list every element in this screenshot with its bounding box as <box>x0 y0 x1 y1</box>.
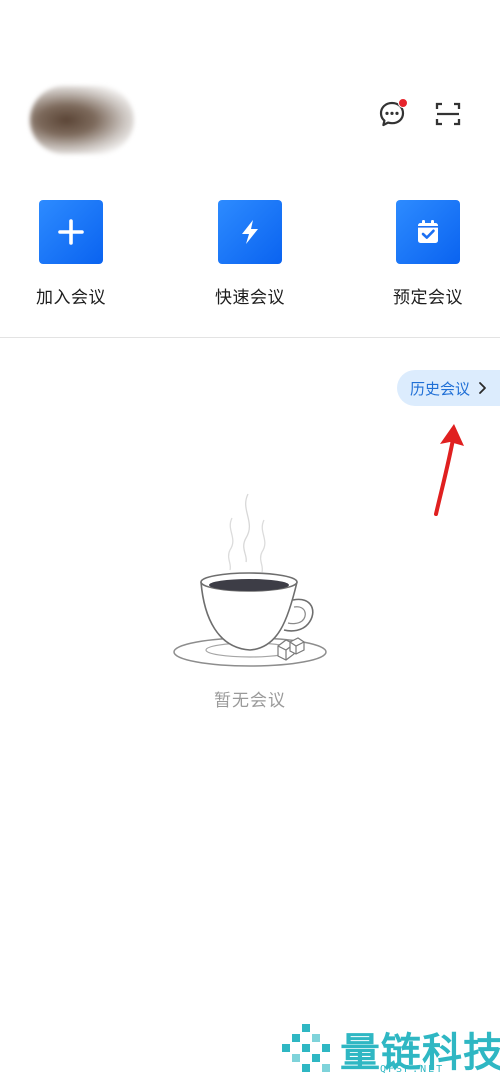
watermark-logo-icon <box>282 1024 330 1072</box>
watermark-domain: QFSP.NET <box>380 1064 445 1075</box>
scan-icon <box>435 102 461 126</box>
notification-dot <box>398 98 408 108</box>
schedule-meeting-tile[interactable] <box>396 200 460 264</box>
coffee-cup-icon <box>173 493 327 667</box>
chat-button[interactable] <box>375 97 409 131</box>
history-meetings-button[interactable]: 历史会议 <box>397 370 500 406</box>
annotation-arrow-icon <box>434 424 464 516</box>
scan-button[interactable] <box>431 97 465 131</box>
section-divider <box>0 337 500 338</box>
quick-meeting-button[interactable]: 快速会议 <box>190 200 310 308</box>
schedule-meeting-button[interactable]: 预定会议 <box>368 200 488 308</box>
join-meeting-button[interactable]: 加入会议 <box>11 200 131 308</box>
lightning-icon <box>242 220 258 244</box>
empty-state-text: 暂无会议 <box>214 691 286 711</box>
avatar[interactable] <box>30 86 134 154</box>
chevron-right-icon <box>479 382 486 394</box>
plus-icon <box>58 219 84 245</box>
quick-meeting-label: 快速会议 <box>215 288 285 308</box>
quick-meeting-tile[interactable] <box>218 200 282 264</box>
join-meeting-label: 加入会议 <box>36 288 106 308</box>
schedule-meeting-label: 预定会议 <box>393 288 463 308</box>
join-meeting-tile[interactable] <box>39 200 103 264</box>
history-meetings-label: 历史会议 <box>410 379 471 398</box>
calendar-check-icon <box>418 220 438 243</box>
